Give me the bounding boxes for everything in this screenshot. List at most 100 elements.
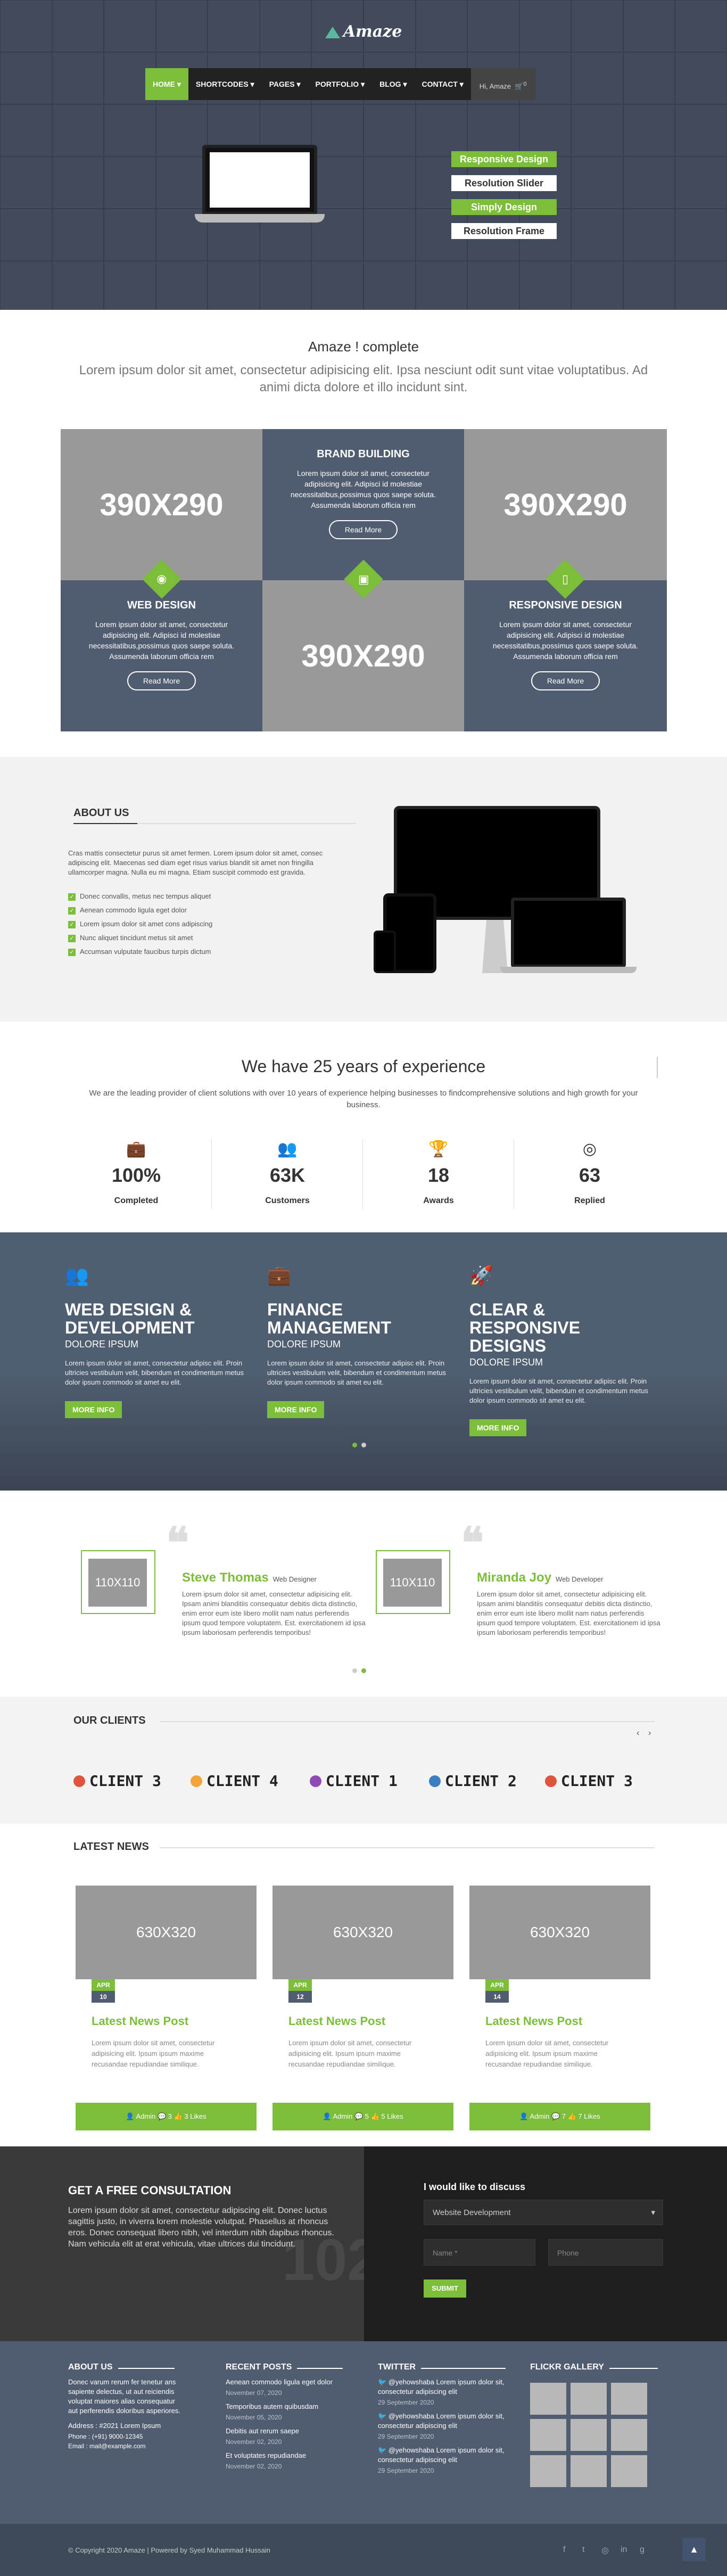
news-title: LATEST NEWS	[73, 1841, 149, 1853]
news-date: APR 14	[485, 1979, 509, 2003]
hero-button-responsive[interactable]: Responsive Design	[451, 151, 557, 167]
feature-web-text: Lorem ipsum dolor sit amet, consectetur …	[88, 620, 235, 661]
submit-button[interactable]: SUBMIT	[424, 2279, 466, 2298]
testimonial-dots	[352, 1668, 366, 1673]
client-logo[interactable]: CLIENT 4	[191, 1772, 278, 1790]
news-image: 630X320	[272, 1886, 453, 1979]
tweet-date: 29 September 2020	[378, 2433, 434, 2440]
facebook-icon[interactable]: f	[563, 2545, 565, 2555]
feature-web-button[interactable]: Read More	[127, 671, 196, 690]
gallery-thumb[interactable]	[571, 2455, 607, 2487]
linkedin-icon[interactable]: in	[621, 2545, 627, 2555]
more-info-button[interactable]: MORE INFO	[469, 1419, 527, 1436]
more-info-button[interactable]: MORE INFO	[65, 1401, 122, 1418]
gallery-thumb[interactable]	[571, 2419, 607, 2451]
footer-flickr: FLICKR GALLERY	[530, 2363, 658, 2487]
stat-label: Replied	[574, 1196, 605, 1205]
slider-dot[interactable]	[361, 1443, 366, 1447]
carousel-prev-icon[interactable]: ‹	[637, 1729, 639, 1738]
tweet[interactable]: 🐦 @yehowshaba Lorem ipsum dolor sit, con…	[378, 2377, 506, 2397]
tweet[interactable]: 🐦 @yehowshaba Lorem ipsum dolor sit, con…	[378, 2412, 506, 2431]
client-logo[interactable]: CLIENT 1	[310, 1772, 398, 1790]
gallery-thumb[interactable]	[611, 2455, 647, 2487]
feature-web-title: WEB DESIGN	[127, 599, 196, 611]
footer-twitter: TWITTER 🐦 @yehowshaba Lorem ipsum dolor …	[378, 2363, 506, 2474]
nav-pages[interactable]: PAGES ▾	[262, 68, 308, 100]
gallery-thumb[interactable]	[530, 2383, 566, 2415]
google-icon[interactable]: g	[640, 2545, 645, 2555]
hero-background	[0, 0, 727, 310]
services-section: 👥 WEB DESIGN & DEVELOPMENT DOLORE IPSUM …	[0, 1232, 727, 1491]
slider-dot[interactable]	[361, 1668, 366, 1673]
gallery-thumb[interactable]	[611, 2383, 647, 2415]
hero-section: Amaze HOME ▾ SHORTCODES ▾ PAGES ▾ PORTFO…	[0, 0, 727, 310]
recent-post-link[interactable]: Debitis aut rerum saepe	[226, 2426, 348, 2436]
back-to-top-button[interactable]: ▲	[682, 2538, 706, 2561]
gallery-thumb[interactable]	[530, 2419, 566, 2451]
recent-post-link[interactable]: Et voluptates repudiandae	[226, 2451, 348, 2460]
nav-shortcodes[interactable]: SHORTCODES ▾	[188, 68, 262, 100]
recent-post-link[interactable]: Temporibus autem quibusdam	[226, 2402, 348, 2412]
client-logo[interactable]: CLIENT 2	[429, 1772, 517, 1790]
gallery-thumb[interactable]	[530, 2455, 566, 2487]
news-date: APR 10	[92, 1979, 115, 2003]
feature-responsive-button[interactable]: Read More	[531, 671, 600, 690]
news-card[interactable]: 630X320 APR 14 Latest News Post Lorem ips…	[469, 1886, 650, 2136]
about-title: ABOUT US	[73, 807, 129, 819]
laptop-image	[511, 898, 626, 968]
tweet-date: 29 September 2020	[378, 2467, 434, 2474]
copyright-bar: © Copyright 2020 Amaze | Powered by Syed…	[0, 2524, 727, 2576]
client-logo[interactable]: CLIENT 3	[73, 1772, 161, 1790]
feature-placeholder: 390X290	[262, 580, 464, 731]
experience-text: We are the leading provider of client so…	[89, 1089, 638, 1109]
feature-brand-text: Lorem ipsum dolor sit amet, consectetur …	[290, 469, 436, 509]
nav-portfolio[interactable]: PORTFOLIO ▾	[308, 68, 373, 100]
service-web: 👥 WEB DESIGN & DEVELOPMENT DOLORE IPSUM …	[65, 1264, 251, 1418]
slider-dot[interactable]	[352, 1668, 357, 1673]
recent-post-link[interactable]: Aenean commodo ligula eget dolor	[226, 2377, 348, 2387]
recent-posts-title: RECENT POSTS	[226, 2363, 298, 2372]
users-icon: 👥	[277, 1140, 298, 1158]
name-input[interactable]: Name *	[424, 2239, 535, 2266]
more-info-button[interactable]: MORE INFO	[267, 1401, 325, 1418]
stat-completed: 💼 100% Completed	[61, 1140, 212, 1209]
topic-select[interactable]: Website Development ▾	[424, 2200, 663, 2225]
twitter-icon: 🐦	[378, 2412, 389, 2420]
intro-text: Lorem ipsum dolor sit amet, consectetur …	[79, 363, 648, 394]
gallery-thumb[interactable]	[611, 2419, 647, 2451]
news-post-title[interactable]: Latest News Post	[288, 2014, 385, 2028]
slider-dot[interactable]	[352, 1443, 357, 1447]
news-post-title[interactable]: Latest News Post	[485, 2014, 582, 2028]
footer-email[interactable]: Email : mail@example.com	[68, 2442, 185, 2450]
hero-button-slider[interactable]: Resolution Slider	[451, 175, 557, 191]
gallery-thumb[interactable]	[571, 2383, 607, 2415]
about-underline	[73, 823, 356, 824]
consultation-info: GET A FREE CONSULTATION Lorem ipsum dolo…	[0, 2146, 380, 2341]
hero-button-simply[interactable]: Simply Design	[451, 199, 557, 215]
news-card[interactable]: 630X320 APR 10 Latest News Post Lorem ips…	[76, 1886, 257, 2136]
hero-button-frame[interactable]: Resolution Frame	[451, 223, 557, 239]
news-post-title[interactable]: Latest News Post	[92, 2014, 188, 2028]
stat-customers: 👥 63K Customers	[212, 1140, 363, 1209]
site-logo[interactable]: Amaze	[314, 22, 413, 46]
recent-post-date: November 07, 2020	[226, 2389, 282, 2397]
client-logo[interactable]: CLIENT 3	[545, 1772, 633, 1790]
experience-section: We have 25 years of experience We are th…	[0, 1022, 727, 1232]
tweet[interactable]: 🐦 @yehowshaba Lorem ipsum dolor sit, con…	[378, 2446, 506, 2465]
phone-input[interactable]: Phone	[548, 2239, 663, 2266]
chevron-down-icon: ▾	[651, 2208, 655, 2217]
twitter-icon[interactable]: t	[582, 2545, 584, 2555]
feature-brand-button[interactable]: Read More	[328, 520, 398, 539]
nav-home[interactable]: HOME ▾	[145, 68, 188, 100]
carousel-next-icon[interactable]: ›	[648, 1729, 651, 1738]
check-icon: ✓	[68, 921, 76, 928]
news-card[interactable]: 630X320 APR 12 Latest News Post Lorem ips…	[272, 1886, 453, 2136]
search-box[interactable]: Hi, Amaze 🛒0	[470, 68, 535, 100]
nav-blog[interactable]: BLOG ▾	[372, 68, 414, 100]
cart-icon[interactable]: 🛒	[515, 82, 523, 90]
testimonial-role: Web Developer	[556, 1575, 604, 1583]
dribbble-icon[interactable]: ◎	[601, 2545, 609, 2556]
nav-contact[interactable]: CONTACT ▾	[414, 68, 470, 100]
footer: ABOUT US Donec varum rerum fer tenetur a…	[0, 2341, 727, 2524]
about-text: Cras mattis consectetur purus sit amet f…	[68, 849, 323, 876]
